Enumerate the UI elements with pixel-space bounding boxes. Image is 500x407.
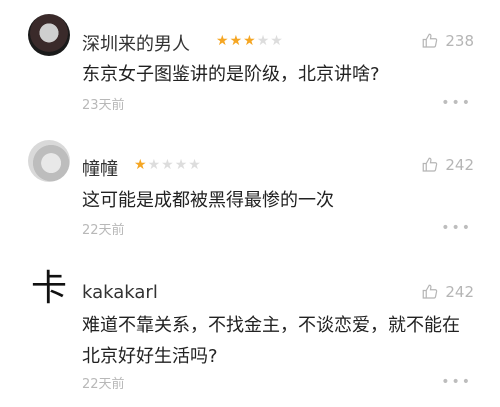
comment-text: 这可能是成都被黑得最惨的一次 <box>82 190 334 211</box>
like-count: 238 <box>445 32 474 50</box>
comment-text: 东京女子图鉴讲的是阶级，北京讲啥? <box>82 64 380 85</box>
username[interactable]: kakakarl <box>82 282 158 303</box>
more-options-icon[interactable]: ••• <box>441 96 472 110</box>
like-count: 242 <box>445 283 474 301</box>
avatar[interactable] <box>28 140 70 182</box>
like-button[interactable]: 242 <box>421 283 474 301</box>
timestamp: 23天前 <box>82 98 125 113</box>
star-empty-icon: ★ <box>174 157 189 173</box>
more-options-icon[interactable]: ••• <box>441 375 472 389</box>
thumbs-up-icon <box>423 33 438 48</box>
rating-stars: ★★★★★ <box>216 33 284 49</box>
star-empty-icon: ★ <box>270 33 284 49</box>
like-button[interactable]: 242 <box>421 156 474 174</box>
username[interactable]: 幢幢 <box>82 155 118 181</box>
star-filled-icon: ★ <box>134 157 148 173</box>
like-count: 242 <box>445 156 474 174</box>
thumbs-up-icon <box>423 157 438 172</box>
star-filled-icon: ★ <box>229 33 244 49</box>
star-filled-icon: ★ <box>243 33 257 49</box>
avatar[interactable]: 卡 <box>28 268 70 310</box>
timestamp: 22天前 <box>82 223 125 238</box>
star-filled-icon: ★ <box>216 33 230 49</box>
rating-stars: ★★★★★ <box>134 157 202 173</box>
thumbs-up-icon <box>423 284 438 299</box>
comment-text: 难道不靠关系，不找金主，不谈恋爱，就不能在北京好好生活吗? <box>82 315 460 367</box>
star-empty-icon: ★ <box>147 157 162 173</box>
like-button[interactable]: 238 <box>421 32 474 50</box>
timestamp: 22天前 <box>82 377 125 392</box>
star-empty-icon: ★ <box>161 157 175 173</box>
avatar[interactable] <box>28 14 70 56</box>
username[interactable]: 深圳来的男人 <box>82 30 190 56</box>
star-empty-icon: ★ <box>256 33 271 49</box>
star-empty-icon: ★ <box>188 157 202 173</box>
more-options-icon[interactable]: ••• <box>441 221 472 235</box>
